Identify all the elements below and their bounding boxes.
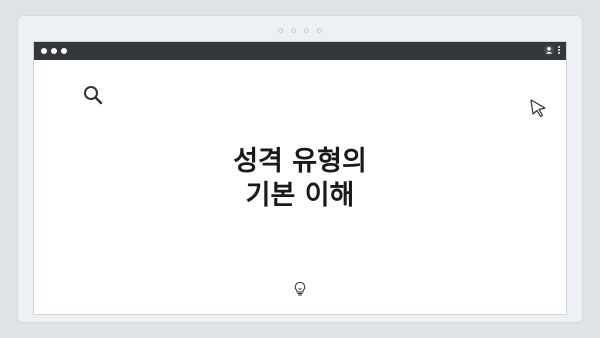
title-bar-actions [544,45,560,55]
page-title: 성격 유형의 기본 이해 [34,145,566,213]
outer-frame: 성격 유형의 기본 이해 [17,15,583,323]
user-icon[interactable] [544,45,554,55]
dot-3 [304,28,309,33]
search-icon[interactable] [82,84,104,106]
page-title-line-1: 성격 유형의 [233,146,367,177]
cursor-arrow-icon [530,99,546,118]
title-bar [34,42,566,60]
close-dot-button[interactable] [41,48,47,54]
maximize-dot-button[interactable] [61,48,67,54]
dot-1 [278,28,283,33]
outer-dots [18,28,582,33]
page-title-line-2: 기본 이해 [245,180,355,211]
window-controls [41,48,67,54]
lightbulb-icon [294,281,306,296]
kebab-menu-icon[interactable] [558,46,560,54]
dot-2 [291,28,296,33]
browser-window: 성격 유형의 기본 이해 [33,41,567,315]
dot-4 [317,28,322,33]
minimize-dot-button[interactable] [51,48,57,54]
